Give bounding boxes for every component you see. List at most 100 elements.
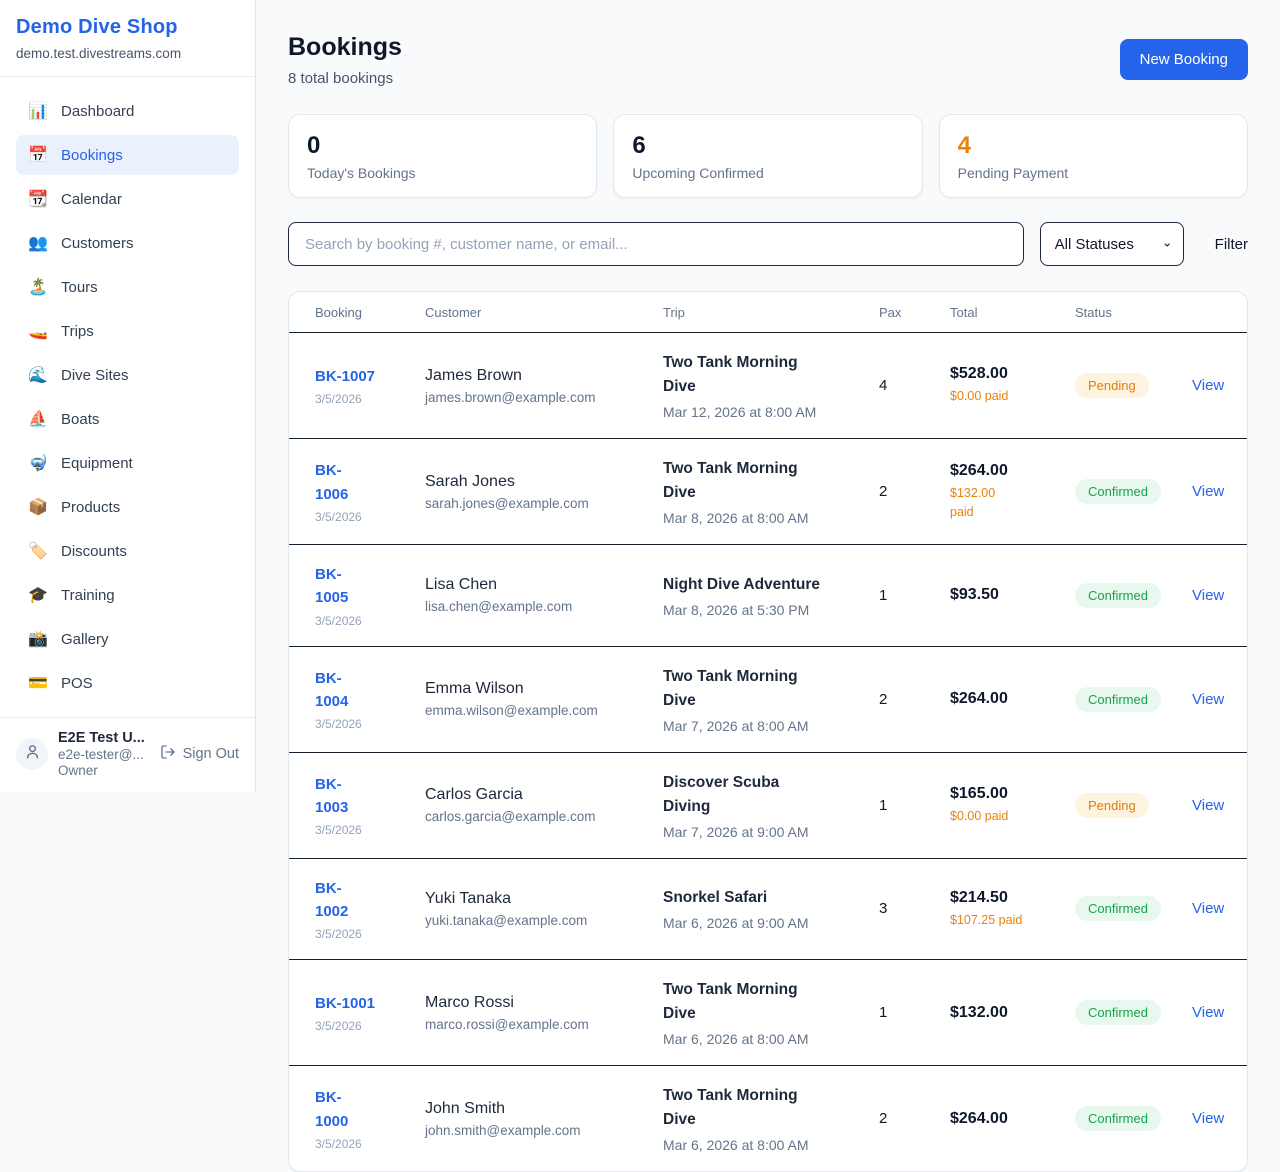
trip-datetime: Mar 6, 2026 at 8:00 AM [663,1137,879,1153]
sidebar-item-dive-sites[interactable]: 🌊 Dive Sites [16,355,239,395]
sidebar-item-tours[interactable]: 🏝️ Tours [16,267,239,307]
bookings-table: BookingCustomerTripPaxTotalStatus BK-100… [288,291,1248,1172]
trip-name: Night Dive Adventure [663,573,825,597]
booking-link[interactable]: BK-1002 [315,877,425,924]
table-row: BK-1001 3/5/2026 Marco Rossi marco.rossi… [289,960,1247,1066]
sidebar-item-products[interactable]: 📦 Products [16,487,239,527]
sidebar-item-calendar[interactable]: 📆 Calendar [16,179,239,219]
stats-cards: 0 Today's Bookings 6 Upcoming Confirmed … [288,114,1248,198]
sidebar-item-label: Trips [61,323,94,340]
stat-card: 6 Upcoming Confirmed [613,114,922,198]
new-booking-button[interactable]: New Booking [1120,39,1248,80]
page-header: Bookings 8 total bookings New Booking [288,33,1248,87]
view-link[interactable]: View [1192,1110,1231,1127]
total-amount: $264.00 [950,462,1075,480]
sidebar-item-label: Equipment [61,455,133,472]
sidebar-item-boats[interactable]: ⛵ Boats [16,399,239,439]
sidebar-item-training[interactable]: 🎓 Training [16,575,239,615]
trips-icon: 🚤 [28,321,48,341]
stat-label: Upcoming Confirmed [632,165,903,181]
view-link[interactable]: View [1192,377,1231,394]
total-amount: $132.00 [950,1004,1075,1022]
trip-name: Two Tank Morning Dive [663,351,825,399]
sidebar-item-gallery[interactable]: 📸 Gallery [16,619,239,659]
view-link[interactable]: View [1192,797,1231,814]
stat-value: 0 [307,132,578,160]
sidebar-item-customers[interactable]: 👥 Customers [16,223,239,263]
status-badge: Confirmed [1075,479,1161,504]
booking-link[interactable]: BK-1001 [315,992,425,1015]
table-row: BK-1005 3/5/2026 Lisa Chen lisa.chen@exa… [289,545,1247,647]
booking-date: 3/5/2026 [315,392,425,406]
pax-value: 1 [879,797,950,814]
customer-name: Sarah Jones [425,473,663,491]
filter-row: All Statuses ⌄ Filter [288,222,1248,266]
total-amount: $264.00 [950,1110,1075,1128]
column-header-status: Status [1075,305,1192,320]
booking-date: 3/5/2026 [315,1019,425,1033]
stat-value: 6 [632,132,903,160]
page-subtitle: 8 total bookings [288,70,402,87]
total-amount: $93.50 [950,586,1075,604]
table-row: BK-1000 3/5/2026 John Smith john.smith@e… [289,1066,1247,1171]
table-row: BK-1006 3/5/2026 Sarah Jones sarah.jones… [289,439,1247,545]
trip-datetime: Mar 6, 2026 at 9:00 AM [663,915,879,931]
pax-value: 1 [879,1004,950,1021]
trip-datetime: Mar 12, 2026 at 8:00 AM [663,404,879,420]
column-header-total: Total [950,305,1075,320]
view-link[interactable]: View [1192,1004,1231,1021]
view-link[interactable]: View [1192,587,1231,604]
sidebar-item-bookings[interactable]: 📅 Bookings [16,135,239,175]
boats-icon: ⛵ [28,409,48,429]
user-email: e2e-tester@... [58,747,150,762]
sidebar-item-label: Boats [61,411,99,428]
status-badge: Confirmed [1075,687,1161,712]
dive-sites-icon: 🌊 [28,365,48,385]
user-meta: E2E Test U... e2e-tester@... Owner [58,730,150,778]
sidebar-item-equipment[interactable]: 🤿 Equipment [16,443,239,483]
booking-date: 3/5/2026 [315,614,425,628]
sign-out-label: Sign Out [183,746,239,762]
customer-name: Yuki Tanaka [425,890,663,908]
customer-name: Emma Wilson [425,680,663,698]
total-amount: $528.00 [950,365,1075,383]
trip-name: Two Tank Morning Dive [663,1084,825,1132]
customers-icon: 👥 [28,233,48,253]
sidebar-item-pos[interactable]: 💳 POS [16,663,239,703]
view-link[interactable]: View [1192,691,1231,708]
booking-link[interactable]: BK-1007 [315,365,425,388]
sidebar-item-label: Gallery [61,631,109,648]
status-badge: Confirmed [1075,1106,1161,1131]
trip-name: Two Tank Morning Dive [663,665,825,713]
status-badge: Pending [1075,793,1149,818]
booking-link[interactable]: BK-1005 [315,563,425,610]
filter-label: Filter [1215,236,1248,253]
status-filter-select[interactable]: All Statuses [1040,222,1184,266]
sidebar-item-trips[interactable]: 🚤 Trips [16,311,239,351]
view-link[interactable]: View [1192,483,1231,500]
trip-datetime: Mar 8, 2026 at 5:30 PM [663,602,879,618]
view-link[interactable]: View [1192,900,1231,917]
trip-name: Discover Scuba Diving [663,771,825,819]
sign-out-button[interactable]: Sign Out [160,744,239,764]
sidebar-item-dashboard[interactable]: 📊 Dashboard [16,91,239,131]
total-amount: $264.00 [950,690,1075,708]
customer-name: Marco Rossi [425,994,663,1012]
user-name: E2E Test U... [58,730,150,746]
booking-link[interactable]: BK-1006 [315,459,425,506]
booking-link[interactable]: BK-1004 [315,667,425,714]
search-input[interactable] [288,222,1024,266]
stat-label: Pending Payment [958,165,1229,181]
stat-value: 4 [958,132,1229,160]
booking-link[interactable]: BK-1000 [315,1086,425,1133]
stat-label: Today's Bookings [307,165,578,181]
sidebar-item-label: Products [61,499,120,516]
pax-value: 2 [879,691,950,708]
sidebar-item-discounts[interactable]: 🏷️ Discounts [16,531,239,571]
main-content: Bookings 8 total bookings New Booking 0 … [256,0,1280,1172]
user-role: Owner [58,763,150,778]
pax-value: 1 [879,587,950,604]
booking-link[interactable]: BK-1003 [315,773,425,820]
customer-email: james.brown@example.com [425,390,663,405]
tours-icon: 🏝️ [28,277,48,297]
